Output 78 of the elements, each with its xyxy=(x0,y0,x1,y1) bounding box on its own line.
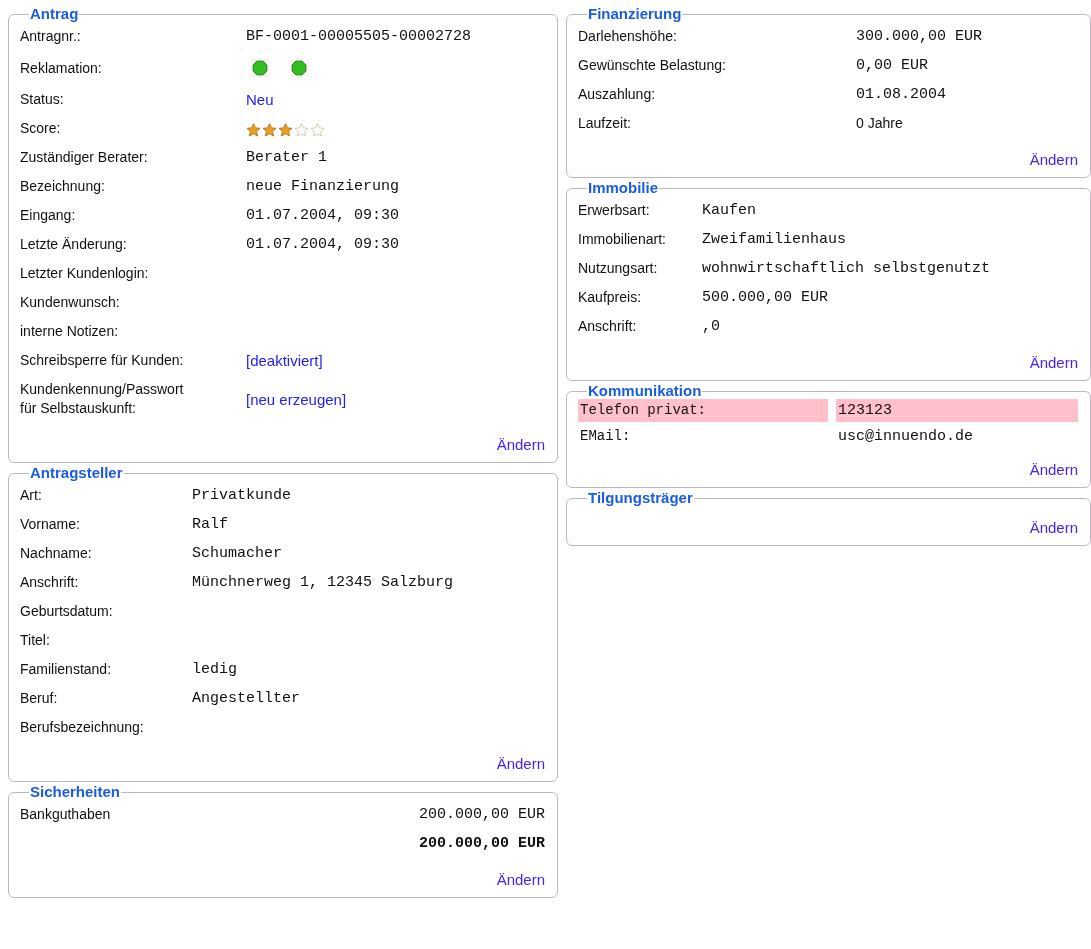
field-value: 01.08.2004 xyxy=(856,85,947,105)
edit-link[interactable]: Ändern xyxy=(1029,151,1078,168)
field-label: Laufzeit: xyxy=(578,114,632,133)
section-title: Antragsteller xyxy=(29,465,124,481)
edit-link[interactable]: Ändern xyxy=(1029,354,1078,371)
field-value: BF-0001-00005505-00002728 xyxy=(246,27,473,47)
field-label: Telefon privat: xyxy=(578,399,828,422)
field-value: 01.07.2004, 09:30 xyxy=(246,235,401,255)
field-label: Titel: xyxy=(20,631,51,650)
field-label: Immobilienart: xyxy=(578,230,667,249)
field-value: Ralf xyxy=(192,515,229,535)
field-label: Anschrift: xyxy=(20,573,80,592)
field-label: Status: xyxy=(20,90,65,109)
field-link[interactable]: [neu erzeugen] xyxy=(246,390,347,408)
edit-link[interactable]: Ändern xyxy=(496,755,545,772)
filled-star-icon xyxy=(246,123,261,138)
field-value: wohnwirtschaftlich selbstgenutzt xyxy=(702,259,992,279)
field-label: Letzter Kundenlogin: xyxy=(20,264,150,283)
field-label: Kundenkennung/Passwort für Selbstauskunft: xyxy=(20,380,185,418)
field-label: Kundenwunsch: xyxy=(20,293,121,312)
field-label: interne Notizen: xyxy=(20,322,120,341)
field-value: Berater 1 xyxy=(246,148,328,168)
field-value: Kaufen xyxy=(702,201,757,221)
field-label: Eingang: xyxy=(20,206,77,225)
field-value: ledig xyxy=(192,660,238,680)
field-label: Geburtsdatum: xyxy=(20,602,114,621)
section-title: Tilgungsträger xyxy=(587,490,694,506)
field-label: Familienstand: xyxy=(20,660,113,679)
field-label: Auszahlung: xyxy=(578,85,657,104)
field-value: 0,00 EUR xyxy=(856,56,929,76)
filled-star-icon xyxy=(278,123,293,138)
total-value: 200.000,00 EUR xyxy=(418,834,545,854)
field-label: Darlehenshöhe: xyxy=(578,27,678,46)
field-label: Beruf: xyxy=(20,689,59,708)
section-title: Immobilie xyxy=(587,180,659,196)
field-link[interactable]: Neu xyxy=(246,91,274,108)
field-label: Bankguthaben xyxy=(20,805,112,824)
section-title: Kommunikation xyxy=(587,383,703,399)
field-value: 500.000,00 EUR xyxy=(702,288,830,308)
field-label: Letzte Änderung: xyxy=(20,235,128,254)
field-label: Score: xyxy=(20,119,62,138)
field-value: neue Finanzierung xyxy=(246,177,401,197)
field-label: Nachname: xyxy=(20,544,93,563)
field-value: 300.000,00 EUR xyxy=(856,27,984,47)
field-label: Gewünschte Belastung: xyxy=(578,56,727,75)
field-value: 200.000,00 EUR xyxy=(418,805,545,825)
field-label: Schreibsperre für Kunden: xyxy=(20,351,185,370)
field-value: Schumacher xyxy=(192,544,283,564)
edit-link[interactable]: Ändern xyxy=(1029,519,1078,536)
field-label: Zuständiger Berater: xyxy=(20,148,149,167)
field-value: Angestellter xyxy=(192,689,302,709)
field-value: Münchnerweg 1, 12345 Salzburg xyxy=(192,573,455,593)
field-value: 01.07.2004, 09:30 xyxy=(246,206,401,226)
filled-star-icon xyxy=(262,123,277,138)
field-value: usc@innuendo.de xyxy=(837,427,975,447)
field-label: EMail: xyxy=(579,427,632,446)
section-title: Antrag xyxy=(29,6,80,22)
edit-link[interactable]: Ändern xyxy=(496,871,545,888)
field-value: ,0 xyxy=(702,317,721,337)
field-value: Zweifamilienhaus xyxy=(702,230,848,250)
field-value: 0 Jahre xyxy=(856,114,904,133)
field-label: Nutzungsart: xyxy=(578,259,659,278)
section-title: Finanzierung xyxy=(587,6,683,22)
field-label: Reklamation: xyxy=(20,58,103,78)
edit-link[interactable]: Ändern xyxy=(1029,461,1078,478)
field-label: Erwerbsart: xyxy=(578,201,651,220)
field-label: Vorname: xyxy=(20,515,81,534)
field-link[interactable]: [deaktiviert] xyxy=(246,352,323,369)
field-label: Anschrift: xyxy=(578,317,638,336)
edit-link[interactable]: Ändern xyxy=(496,436,545,453)
section-title: Sicherheiten xyxy=(29,784,122,800)
field-label: Berufsbezeichnung: xyxy=(20,718,145,737)
field-label: Bezeichnung: xyxy=(20,177,106,196)
field-value: 123123 xyxy=(836,399,1078,422)
field-label: Art: xyxy=(20,486,43,505)
field-value: Privatkunde xyxy=(192,486,293,506)
field-label: Antragnr.: xyxy=(20,27,82,46)
field-label: Kaufpreis: xyxy=(578,288,643,307)
